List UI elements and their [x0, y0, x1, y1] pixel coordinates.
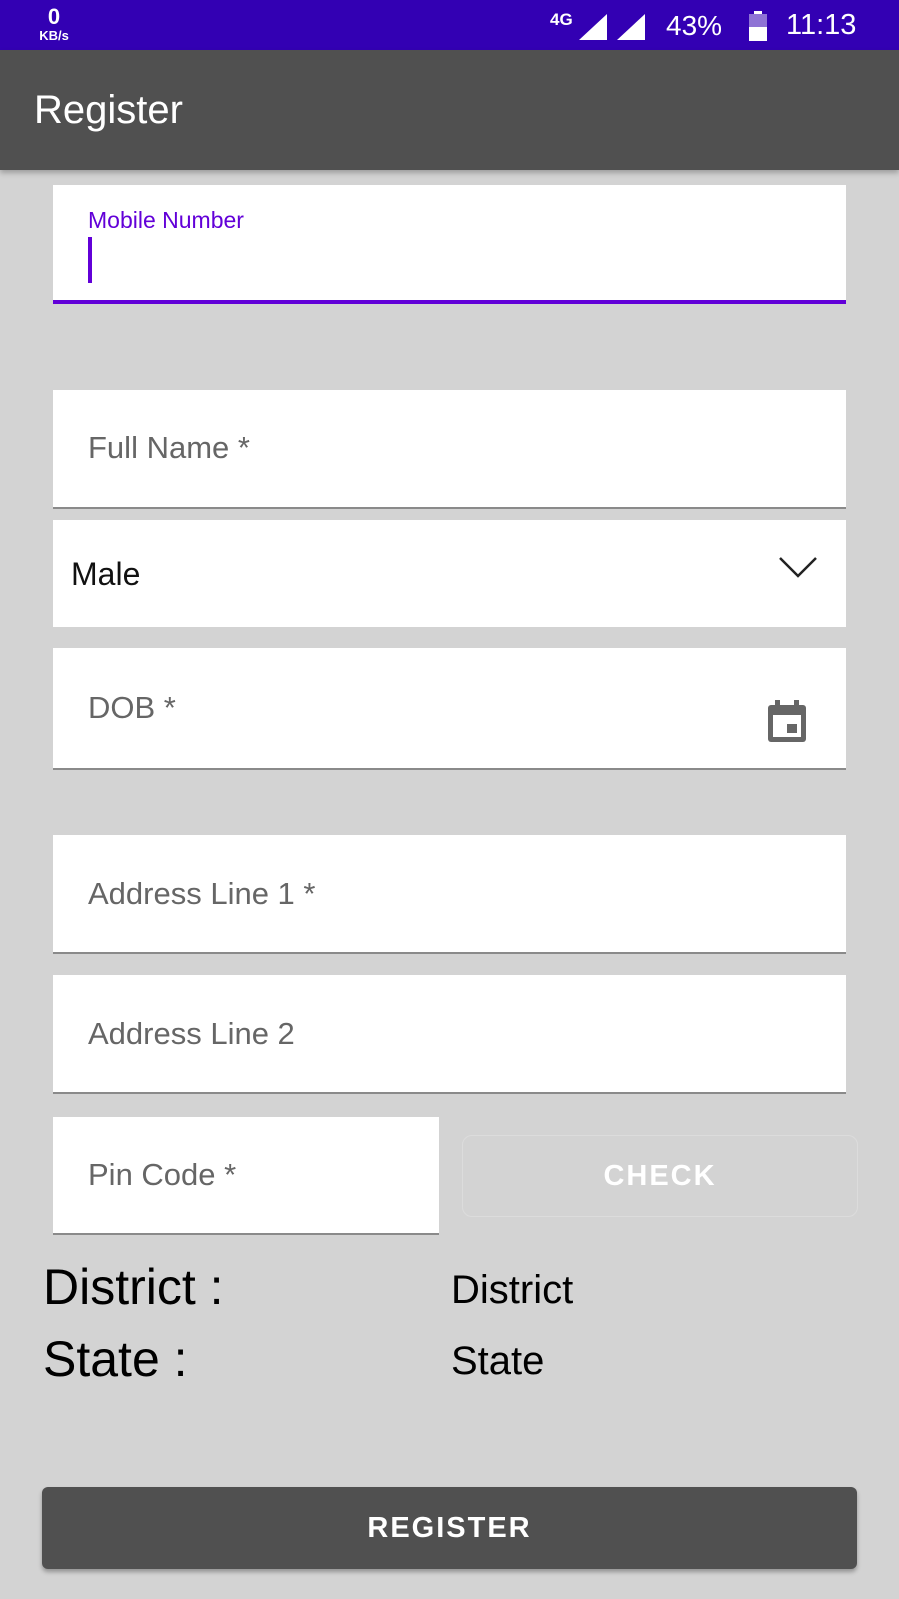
register-button[interactable]: REGISTER	[42, 1487, 857, 1569]
full-name-placeholder: Full Name *	[88, 430, 250, 465]
mobile-number-field[interactable]: Mobile Number	[53, 185, 846, 304]
network-speed: 0 KB/s	[34, 4, 74, 43]
battery-percent: 43%	[666, 10, 723, 41]
signal-icon	[617, 14, 645, 40]
network-type: 4G	[550, 10, 573, 29]
district-value: District	[451, 1268, 574, 1312]
network-speed-value: 0	[47, 4, 61, 29]
address-line-1-field[interactable]: Address Line 1 *	[53, 835, 846, 954]
pin-code-field[interactable]: Pin Code *	[53, 1117, 439, 1235]
status-bar: 0 KB/s 4G 43% 11:13	[0, 0, 899, 50]
gender-selected-value: Male	[71, 556, 141, 592]
gender-select[interactable]: Male	[53, 520, 846, 627]
network-speed-unit: KB/s	[39, 28, 69, 43]
address-line-1-placeholder: Address Line 1 *	[88, 876, 316, 911]
text-cursor	[88, 237, 92, 283]
battery-icon	[749, 11, 767, 41]
dob-placeholder: DOB *	[88, 690, 176, 725]
calendar-icon[interactable]	[766, 700, 808, 744]
dob-field[interactable]: DOB *	[53, 648, 846, 770]
pin-code-placeholder: Pin Code *	[88, 1157, 237, 1192]
state-value: State	[451, 1339, 545, 1383]
app-bar: Register	[0, 50, 899, 170]
address-line-2-field[interactable]: Address Line 2	[53, 975, 846, 1094]
page-title: Register	[34, 88, 183, 132]
clock: 11:13	[786, 9, 857, 41]
check-button[interactable]: CHECK	[462, 1135, 858, 1217]
mobile-number-label: Mobile Number	[88, 207, 244, 233]
address-line-2-placeholder: Address Line 2	[88, 1016, 295, 1051]
state-label: State :	[43, 1331, 188, 1387]
chevron-down-icon	[779, 557, 817, 578]
district-label: District :	[43, 1259, 224, 1315]
signal-icon	[579, 14, 607, 40]
full-name-field[interactable]: Full Name *	[53, 390, 846, 509]
